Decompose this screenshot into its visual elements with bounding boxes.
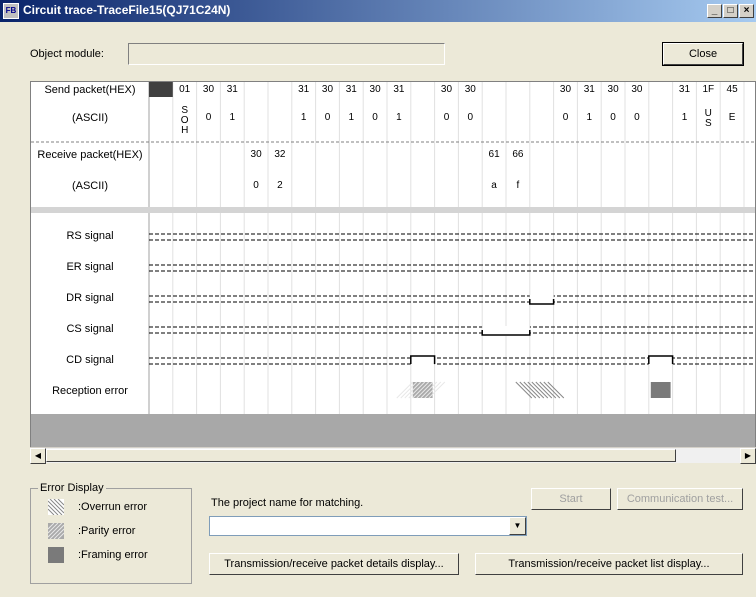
send-hex-cell: 30 xyxy=(559,84,572,95)
recv-hex-cell: 66 xyxy=(512,149,524,160)
packet-details-button[interactable]: Transmission/receive packet details disp… xyxy=(209,553,459,575)
send-hex-cell: 30 xyxy=(607,84,619,95)
recv-hex-label: Receive packet(HEX) xyxy=(37,149,143,161)
error-display-title: Error Display xyxy=(38,482,106,494)
send-ascii-cell: U S xyxy=(704,108,712,129)
packet-list-button[interactable]: Transmission/receive packet list display… xyxy=(475,553,743,575)
send-hex-cell: 30 xyxy=(631,84,643,95)
send-ascii-cell: 0 xyxy=(467,112,474,123)
scroll-left-icon[interactable]: ◀ xyxy=(30,448,46,464)
send-ascii-cell: 1 xyxy=(396,112,402,123)
send-ascii-cell: 0 xyxy=(634,112,640,123)
send-ascii-cell: 1 xyxy=(586,112,593,123)
send-ascii-cell: 0 xyxy=(562,112,569,123)
scroll-right-icon[interactable]: ▶ xyxy=(740,448,756,464)
send-hex-cell: 30 xyxy=(321,84,334,95)
send-ascii-cell: 0 xyxy=(443,112,450,123)
recv-ascii-cell: 2 xyxy=(277,180,283,191)
maximize-button[interactable]: □ xyxy=(723,4,738,18)
send-ascii-cell: 0 xyxy=(610,112,616,123)
circuit-trace-window: FB Circuit trace-TraceFile15(QJ71C24N) _… xyxy=(0,0,756,597)
title-bar: FB Circuit trace-TraceFile15(QJ71C24N) _… xyxy=(0,0,756,22)
recv-ascii-label: (ASCII) xyxy=(71,180,109,192)
send-hex-cell: 01 xyxy=(179,84,191,95)
circuit-trace-grid: Send packet(HEX) (ASCII) Receive packet(… xyxy=(30,81,756,463)
send-hex-cell: 31 xyxy=(583,84,595,95)
send-hex-cell: 1F xyxy=(702,84,715,95)
dropdown-arrow-icon[interactable]: ▼ xyxy=(509,517,526,535)
object-module-label: Object module: xyxy=(30,48,104,60)
signal-band xyxy=(31,207,755,213)
recv-ascii-cell: a xyxy=(491,180,497,191)
scroll-thumb[interactable] xyxy=(46,449,676,462)
send-ascii-label: (ASCII) xyxy=(71,112,109,124)
app-icon: FB xyxy=(3,3,19,19)
send-ascii-cell: 0 xyxy=(324,112,331,123)
cs-signal-label: CS signal xyxy=(66,323,114,335)
send-hex-cell: 45 xyxy=(726,84,738,95)
send-ascii-cell: 1 xyxy=(348,112,355,123)
recv-ascii-cell: f xyxy=(516,180,520,191)
send-hex-cell: 30 xyxy=(202,84,215,95)
send-ascii-cell: 1 xyxy=(681,112,688,123)
send-hex-label: Send packet(HEX) xyxy=(44,84,136,96)
recv-hex-cell: 61 xyxy=(488,149,500,160)
send-hex-cell: 31 xyxy=(678,84,691,95)
recv-hex-cell: 32 xyxy=(274,149,286,160)
send-ascii-cell: 0 xyxy=(372,112,378,123)
reception-error-label: Reception error xyxy=(52,385,128,397)
project-name-combo[interactable]: ▼ xyxy=(209,516,527,536)
communication-test-button[interactable]: Communication test... xyxy=(617,488,743,510)
overrun-error-label: :Overrun error xyxy=(78,501,148,513)
close-button[interactable]: Close xyxy=(662,42,744,66)
window-title: Circuit trace-TraceFile15(QJ71C24N) xyxy=(23,3,231,17)
recv-hex-cell: 30 xyxy=(250,149,262,160)
send-hex-cell: 30 xyxy=(440,84,453,95)
send-hex-cell: 31 xyxy=(393,84,405,95)
send-first-cell-mark xyxy=(149,82,173,97)
project-name-label: The project name for matching. xyxy=(211,497,364,509)
framing-error-icon xyxy=(48,547,64,563)
minimize-button[interactable]: _ xyxy=(707,4,722,18)
horizontal-scrollbar[interactable]: ◀ ▶ xyxy=(30,447,756,464)
rs-signal-label: RS signal xyxy=(66,230,114,242)
framing-error-label: :Framing error xyxy=(78,549,148,561)
parity-error-label: :Parity error xyxy=(78,525,136,537)
send-hex-cell: 31 xyxy=(345,84,357,95)
parity-error-icon xyxy=(48,523,64,539)
send-hex-cell: 31 xyxy=(298,84,310,95)
overrun-error-icon xyxy=(48,499,64,515)
start-button[interactable]: Start xyxy=(531,488,611,510)
dr-signal-label: DR signal xyxy=(66,292,114,304)
send-hex-cell: 30 xyxy=(369,84,381,95)
reception-error-mark xyxy=(650,382,671,398)
send-ascii-cell: 0 xyxy=(205,112,212,123)
send-hex-cell: 30 xyxy=(464,84,476,95)
close-window-button[interactable]: × xyxy=(739,4,754,18)
send-ascii-cell: 1 xyxy=(229,112,236,123)
send-ascii-cell: E xyxy=(728,112,736,123)
send-ascii-cell: 1 xyxy=(300,112,307,123)
send-ascii-cell: S O H xyxy=(180,105,189,136)
er-signal-label: ER signal xyxy=(66,261,114,273)
recv-ascii-cell: 0 xyxy=(253,180,259,191)
object-module-field xyxy=(128,43,445,65)
send-hex-cell: 31 xyxy=(226,84,238,95)
cd-signal-label: CD signal xyxy=(66,354,114,366)
